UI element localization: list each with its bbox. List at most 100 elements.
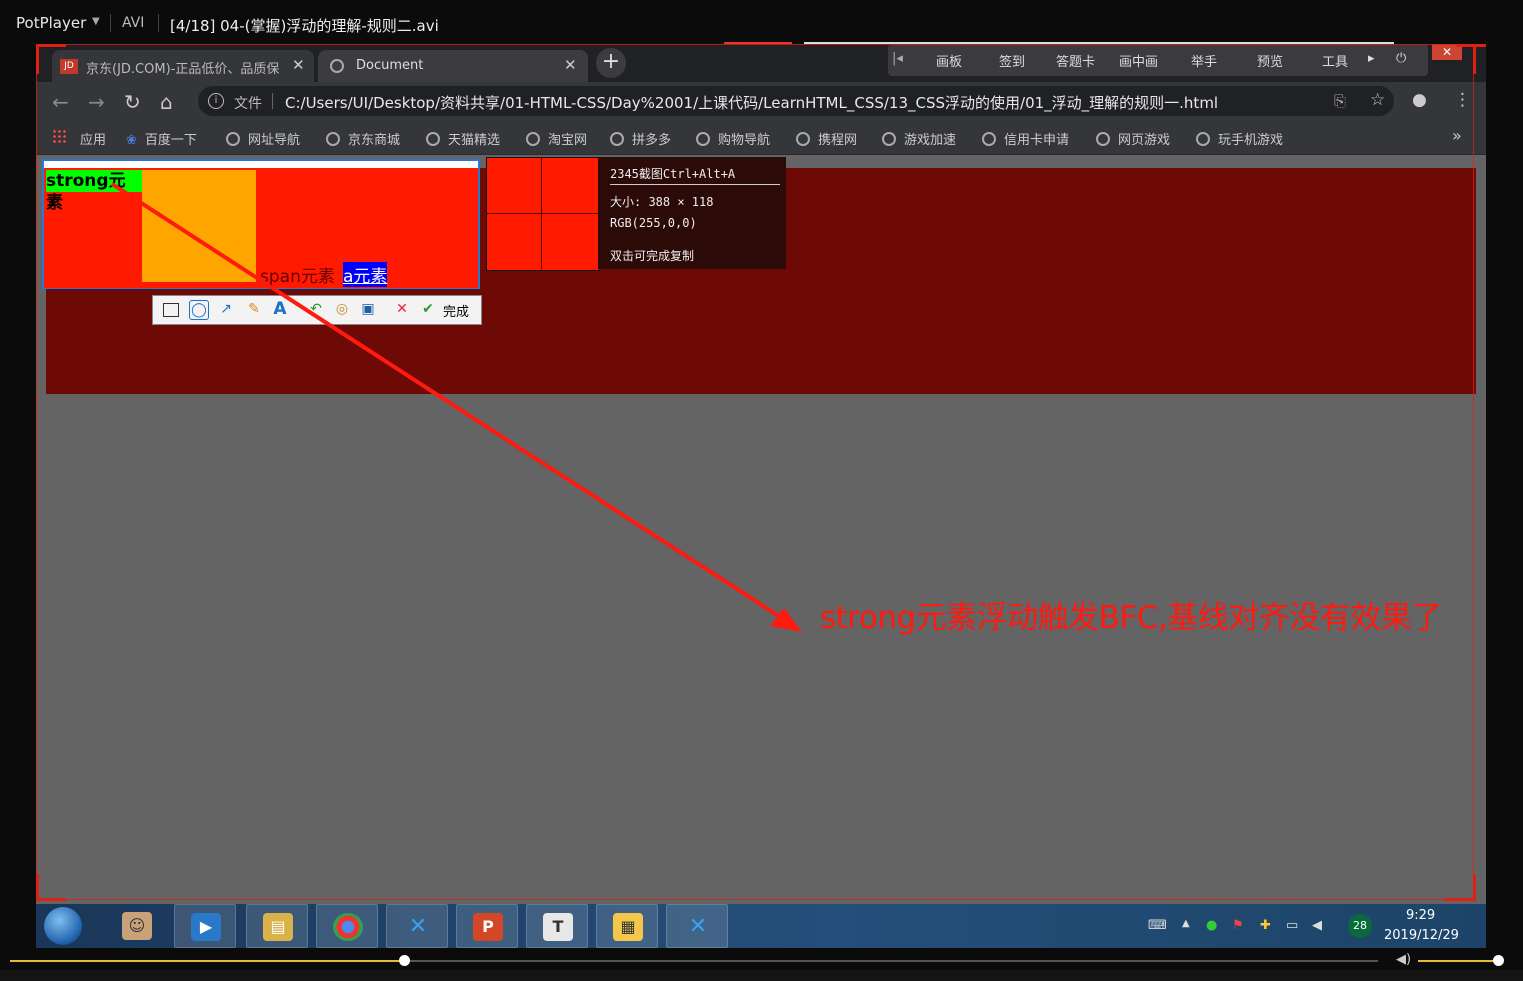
address-scheme-label: 文件	[234, 96, 262, 112]
globe-icon	[982, 132, 996, 146]
class-toolbar: |◂ 画板 签到 答题卡 画中画 举手 预览 工具 ▸ ⏻	[888, 44, 1428, 76]
toolbar-item-answer[interactable]: 答题卡	[1056, 51, 1095, 70]
volume-bar[interactable]	[1418, 960, 1498, 962]
frame-corner	[36, 898, 66, 901]
close-icon[interactable]: ✕	[292, 56, 305, 74]
bookmark-label: 携程网	[818, 133, 858, 148]
bookmark-label: 百度一下	[144, 133, 197, 148]
frame-corner	[1456, 44, 1486, 47]
bookmark-item[interactable]: ❀ 百度一下	[126, 129, 197, 148]
notes-icon: ▦	[613, 913, 643, 941]
toolbar-item-raise-hand[interactable]: 举手	[1191, 51, 1217, 70]
home-icon[interactable]: ⌂	[160, 90, 173, 114]
vscode-icon: ✕	[688, 914, 708, 939]
video-area[interactable]: JD 京东(JD.COM)-正品低价、品质保 ✕ Document ✕ + |◂…	[36, 44, 1486, 904]
clock-date[interactable]: 2019/12/29	[1384, 928, 1459, 943]
close-icon[interactable]: ✕	[564, 56, 577, 74]
annotation-text: strong元素浮动触发BFC,基线对齐没有效果了	[820, 600, 1442, 636]
globe-icon	[226, 132, 240, 146]
bookmark-item[interactable]: 玩手机游戏	[1196, 129, 1283, 148]
bottom-strip	[0, 970, 1523, 981]
bookmark-item[interactable]: 网址导航	[226, 129, 300, 148]
add-icon[interactable]: ✚	[1260, 918, 1271, 933]
toolbar-item-pip[interactable]: 画中画	[1119, 51, 1158, 70]
forward-icon[interactable]: →	[88, 90, 105, 114]
bookmark-apps[interactable]: 应用	[80, 129, 106, 148]
taskbar-app[interactable]: ▤	[246, 904, 308, 948]
taskbar-app[interactable]: ✕	[666, 904, 728, 948]
taskbar-app[interactable]: P	[456, 904, 518, 948]
translate-icon[interactable]: ⎘	[1334, 92, 1346, 110]
vscode-icon: ✕	[408, 914, 428, 939]
toolbar-item-preview[interactable]: 预览	[1257, 51, 1283, 70]
toolbar-item-signin[interactable]: 签到	[999, 51, 1025, 70]
power-icon[interactable]: ⏻	[1396, 51, 1406, 66]
tray-badge[interactable]: 28	[1348, 914, 1372, 938]
toolbar-item-tools[interactable]: 工具	[1322, 51, 1348, 70]
bookmark-item[interactable]: 拼多多	[610, 129, 671, 148]
star-icon[interactable]: ☆	[1370, 90, 1385, 110]
divider	[110, 14, 111, 32]
reload-icon[interactable]: ↻	[124, 90, 141, 114]
clock-time[interactable]: 9:29	[1406, 908, 1435, 923]
player-title-bar: PotPlayer ▼ AVI [4/18] 04-(掌握)浮动的理解-规则二.…	[0, 0, 1523, 44]
baidu-paw-icon: ❀	[126, 133, 137, 148]
tab-document[interactable]: Document ✕	[318, 50, 588, 82]
collapse-icon[interactable]: |◂	[892, 51, 903, 66]
flag-icon[interactable]: ⚑	[1232, 918, 1244, 933]
bookmark-item[interactable]: 天猫精选	[426, 129, 500, 148]
network-icon[interactable]: ▭	[1286, 918, 1298, 933]
info-icon[interactable]: i	[208, 93, 224, 109]
volume-handle[interactable]	[1493, 955, 1504, 966]
taskbar-app[interactable]: T	[526, 904, 588, 948]
bookmarks-more[interactable]: »	[1452, 126, 1462, 145]
bookmark-item[interactable]: 信用卡申请	[982, 129, 1069, 148]
menu-icon[interactable]: ⋮	[1454, 90, 1471, 110]
taskbar-app[interactable]: ▶	[174, 904, 236, 948]
page-viewport: strong元素 span元素 a元素 2345截图Ctrl+Alt+A 大小:…	[36, 156, 1486, 904]
speaker-icon[interactable]: ◀)	[1396, 952, 1411, 967]
taskbar-app[interactable]: ✕	[386, 904, 448, 948]
chevron-up-icon[interactable]: ▲	[1182, 918, 1190, 929]
bookmark-label: 购物导航	[718, 133, 771, 148]
bookmark-item[interactable]: 京东商城	[326, 129, 400, 148]
player-brand[interactable]: PotPlayer	[16, 14, 86, 32]
bookmark-label: 淘宝网	[548, 133, 588, 148]
chrome-icon	[333, 913, 363, 941]
frame-corner	[1473, 44, 1476, 74]
frame-corner	[36, 874, 39, 901]
video-player-icon: ▶	[191, 913, 221, 941]
toolbar-item-board[interactable]: 画板	[936, 51, 962, 70]
bookmark-item[interactable]: 淘宝网	[526, 129, 587, 148]
back-icon[interactable]: ←	[52, 90, 69, 114]
globe-icon	[796, 132, 810, 146]
bookmark-label: 网址导航	[248, 133, 301, 148]
taskbar-app[interactable]: ▦	[596, 904, 658, 948]
taskbar-app[interactable]	[316, 904, 378, 948]
seek-handle[interactable]	[399, 955, 410, 966]
profile-icon[interactable]: ●	[1412, 90, 1427, 110]
arrow-line	[110, 182, 790, 624]
frame-corner	[36, 44, 66, 47]
url-text[interactable]: C:/Users/UI/Desktop/资料共享/01-HTML-CSS/Day…	[285, 92, 1218, 113]
new-tab-button[interactable]: +	[596, 48, 626, 78]
arrow-icon[interactable]: ▸	[1368, 51, 1375, 66]
chevron-down-icon[interactable]: ▼	[92, 16, 100, 27]
bookmark-label: 天猫精选	[448, 133, 501, 148]
globe-icon	[696, 132, 710, 146]
keyboard-icon[interactable]: ⌨	[1148, 918, 1167, 933]
bookmark-item[interactable]: 游戏加速	[882, 129, 956, 148]
bookmark-item[interactable]: 网页游戏	[1096, 129, 1170, 148]
bookmark-item[interactable]: 携程网	[796, 129, 857, 148]
address-bar[interactable]: i 文件 C:/Users/UI/Desktop/资料共享/01-HTML-CS…	[198, 86, 1394, 116]
taskbar-app[interactable]: ☺	[106, 904, 168, 948]
user-avatar-icon: ☺	[122, 912, 152, 940]
divider	[158, 14, 159, 32]
volume-icon[interactable]: ◀	[1312, 918, 1322, 933]
bookmark-item[interactable]: 购物导航	[696, 129, 770, 148]
apps-grid-icon	[52, 129, 66, 143]
start-button[interactable]	[44, 907, 82, 945]
security-icon[interactable]: ●	[1206, 918, 1217, 933]
tab-jd[interactable]: JD 京东(JD.COM)-正品低价、品质保 ✕	[52, 50, 314, 82]
frame-corner	[36, 44, 39, 74]
